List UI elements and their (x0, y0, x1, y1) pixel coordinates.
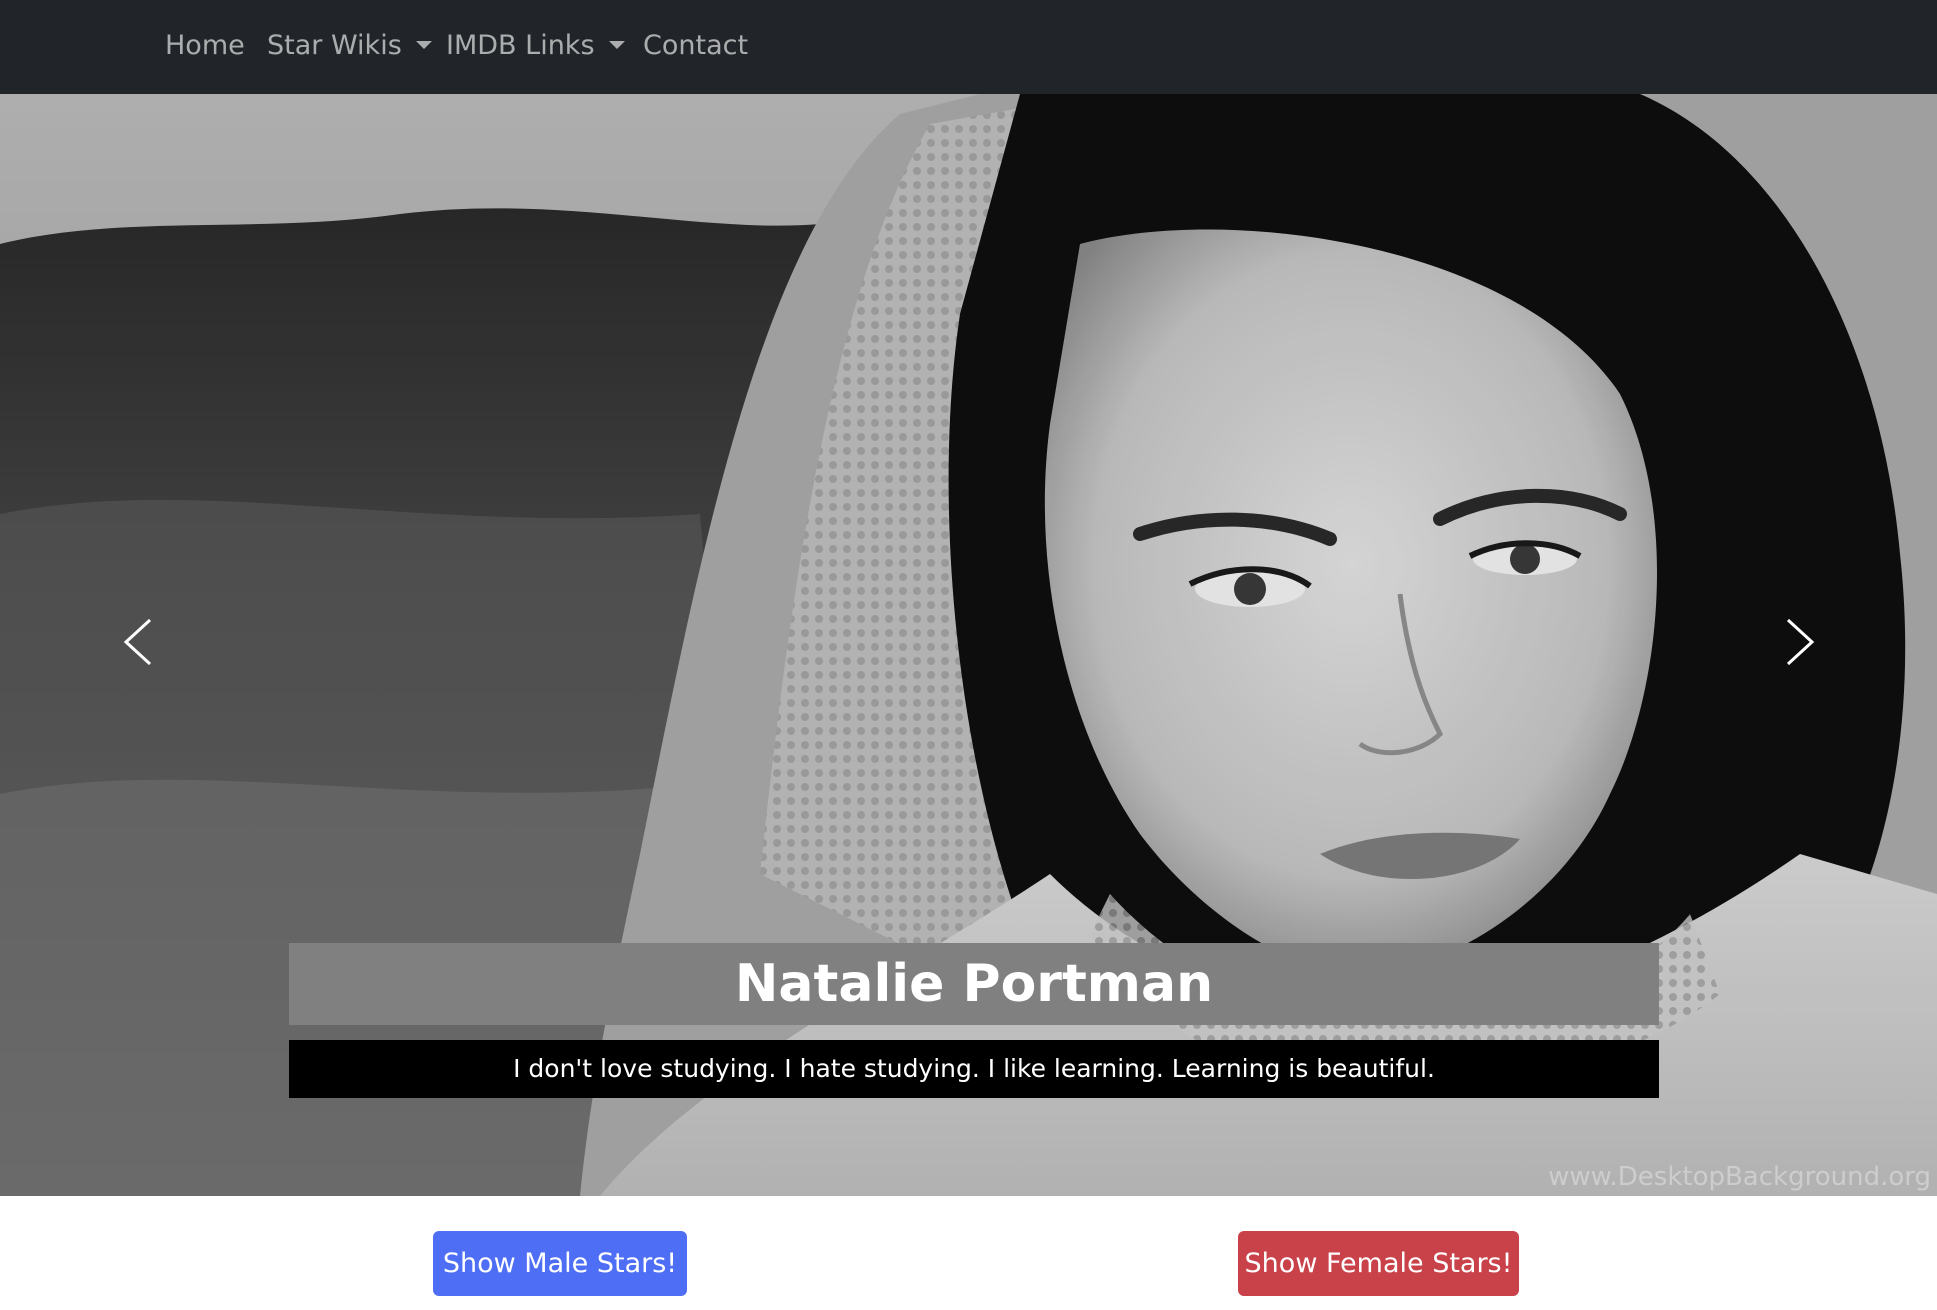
chevron-left-icon (123, 618, 152, 666)
caret-down-icon (415, 41, 432, 49)
carousel-slide-image (0, 94, 1937, 1196)
chevron-right-icon (1786, 618, 1815, 666)
slide-quote: I don't love studying. I hate studying. … (289, 1040, 1659, 1098)
nav-link-label: Star Wikis (267, 30, 402, 61)
carousel-next-button[interactable] (1770, 587, 1830, 697)
nav-link-label: Home (165, 30, 245, 61)
slide-title: Natalie Portman (289, 943, 1659, 1025)
image-watermark: www.DesktopBackground.org (1548, 1162, 1931, 1192)
top-navbar: Home Star Wikis IMDB Links Contact (0, 0, 1937, 94)
hero-carousel: Natalie Portman I don't love studying. I… (0, 94, 1937, 1196)
caret-down-icon (608, 41, 625, 49)
carousel-prev-button[interactable] (108, 587, 168, 697)
nav-link-contact[interactable]: Contact (643, 28, 748, 64)
show-male-stars-button[interactable]: Show Male Stars! (433, 1231, 687, 1296)
show-female-stars-button[interactable]: Show Female Stars! (1238, 1231, 1519, 1296)
nav-dropdown-imdb-links[interactable]: IMDB Links (446, 28, 625, 64)
nav-link-label: Contact (643, 30, 749, 61)
nav-link-home[interactable]: Home (165, 28, 245, 64)
nav-link-label: IMDB Links (446, 30, 595, 61)
nav-dropdown-star-wikis[interactable]: Star Wikis (267, 28, 432, 64)
